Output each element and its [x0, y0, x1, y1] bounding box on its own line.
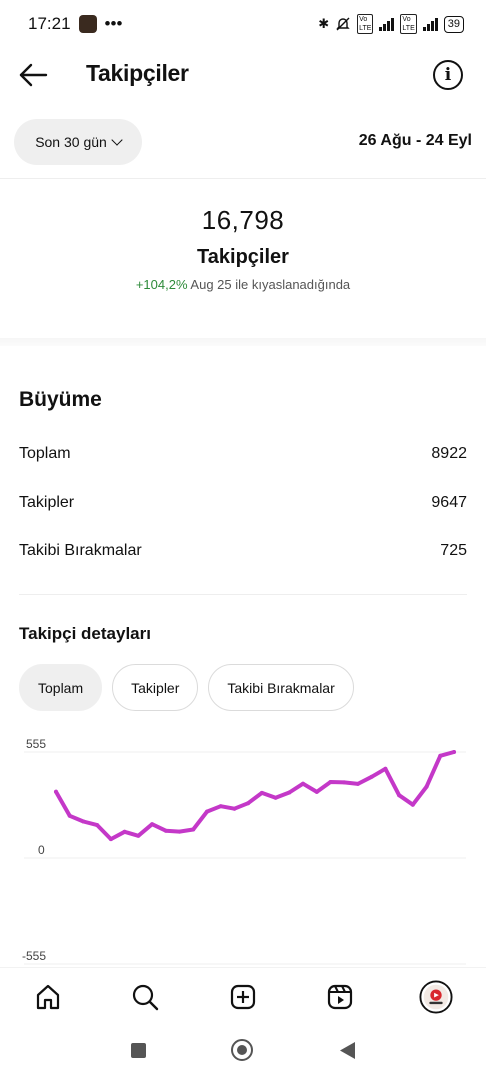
data-point-6 — [136, 833, 141, 838]
data-point-2 — [81, 819, 86, 824]
growth-row-follows: Takipler 9647 — [19, 494, 467, 512]
data-point-19 — [314, 789, 319, 794]
volte-icon-2: Vo LTE — [400, 14, 417, 34]
bottom-navigation — [0, 967, 486, 1027]
clock: 17:21 — [28, 14, 71, 33]
data-point-23 — [369, 774, 374, 779]
info-icon[interactable]: i — [433, 60, 463, 90]
growth-row-value: 8922 — [431, 445, 467, 462]
app-header: Takipçiler i — [0, 52, 486, 98]
growth-row-label: Takibi Bırakmalar — [19, 542, 142, 559]
data-point-18 — [301, 781, 305, 786]
tab-follows[interactable]: Takipler — [112, 664, 199, 711]
battery-icon: 39 — [443, 15, 464, 33]
data-point-1 — [67, 813, 72, 818]
home-button[interactable] — [231, 1039, 253, 1061]
home-button-dot — [237, 1045, 247, 1055]
data-point-7 — [150, 822, 155, 827]
growth-row-value: 9647 — [431, 494, 467, 511]
data-point-4 — [108, 837, 113, 842]
system-navigation — [0, 1030, 486, 1070]
home-icon[interactable] — [31, 980, 65, 1014]
recents-button[interactable] — [131, 1043, 146, 1058]
data-point-14 — [246, 801, 251, 806]
reels-icon[interactable] — [323, 980, 357, 1014]
y-tick-label-bottom: -555 — [22, 949, 46, 963]
y-tick-label-top: 555 — [26, 737, 46, 751]
data-point-0 — [54, 789, 58, 794]
data-point-16 — [273, 795, 278, 800]
data-point-28 — [438, 753, 443, 758]
tab-unfollows[interactable]: Takibi Bırakmalar — [208, 664, 354, 711]
search-icon[interactable] — [128, 980, 162, 1014]
follower-count-label: Takipçiler — [197, 246, 289, 268]
follower-summary: 16,798 Takipçiler +104,2% Aug 25 ile kıy… — [0, 205, 486, 292]
series-line — [54, 750, 456, 842]
instagram-notification-icon — [78, 15, 97, 33]
date-range-label: Son 30 gün — [35, 134, 107, 150]
data-point-20 — [328, 780, 333, 784]
data-point-26 — [410, 802, 415, 807]
chevron-down-icon — [111, 134, 123, 146]
back-button[interactable] — [338, 1041, 356, 1060]
date-range-dropdown[interactable]: Son 30 gün — [14, 119, 142, 165]
comparison-period: Aug 25 ile kıyaslanadığında — [190, 277, 351, 292]
data-point-21 — [342, 780, 347, 785]
more-notifications-icon: ••• — [104, 14, 123, 33]
mute-icon — [335, 16, 351, 32]
bluetooth-icon: ✱ — [318, 16, 330, 31]
growth-row-label: Takipler — [19, 494, 75, 511]
data-point-5 — [122, 829, 127, 834]
data-point-29 — [452, 750, 456, 754]
data-point-15 — [259, 790, 264, 795]
data-point-3 — [95, 823, 100, 828]
signal-icon-2 — [422, 17, 438, 31]
data-point-27 — [424, 784, 429, 789]
divider — [19, 594, 467, 595]
date-range-text: 26 Ağu - 24 Eyl — [358, 132, 472, 149]
y-tick-label-zero: 0 — [38, 843, 45, 857]
growth-row-unfollows: Takibi Bırakmalar 725 — [19, 542, 467, 560]
comparison-text: +104,2% Aug 25 ile kıyaslanadığında — [0, 277, 486, 292]
back-arrow-icon[interactable] — [18, 62, 48, 88]
data-point-12 — [218, 804, 223, 809]
volte-icon: Vo LTE — [357, 14, 374, 34]
status-bar: 17:21 ••• ✱ Vo LTE Vo LTE 39 — [0, 0, 486, 48]
growth-row-label: Toplam — [19, 445, 71, 462]
data-point-11 — [205, 809, 209, 814]
growth-row-value: 725 — [440, 542, 467, 559]
data-point-9 — [177, 829, 182, 834]
data-point-10 — [191, 827, 196, 832]
details-tabs: Toplam Takipler Takibi Bırakmalar — [19, 664, 354, 711]
follower-line-chart: 555 0 -555 — [22, 737, 466, 965]
data-point-22 — [355, 781, 360, 786]
page-title: Takipçiler — [86, 60, 189, 86]
create-icon[interactable] — [226, 980, 260, 1014]
data-point-24 — [383, 766, 388, 771]
change-percent: +104,2% — [135, 277, 188, 292]
data-point-13 — [232, 806, 237, 811]
profile-avatar[interactable] — [419, 980, 453, 1014]
details-title: Takipçi detayları — [19, 624, 151, 643]
growth-title: Büyüme — [19, 388, 102, 411]
data-point-8 — [163, 828, 168, 833]
section-divider — [0, 338, 486, 346]
tab-total[interactable]: Toplam — [19, 664, 103, 711]
growth-row-total: Toplam 8922 — [19, 445, 467, 463]
follower-count: 16,798 — [201, 205, 285, 235]
divider — [0, 178, 486, 179]
signal-icon — [379, 17, 395, 31]
data-point-17 — [287, 790, 292, 795]
data-point-25 — [397, 793, 402, 798]
